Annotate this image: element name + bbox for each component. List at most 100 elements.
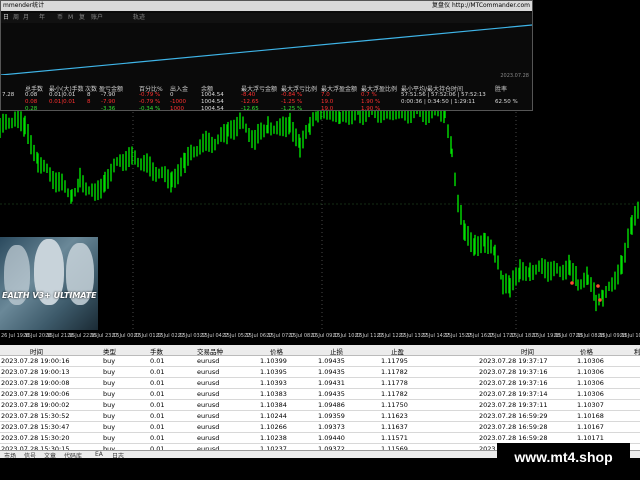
table-row[interactable]: 2023.07.28 19:00:06 buy 0.01 eurusd 1.10383 1… <box>0 389 640 400</box>
col-close-price[interactable]: 价格 <box>580 346 593 356</box>
cell-close-price: 1.10306 <box>577 390 604 398</box>
trade-history-table[interactable]: 时间 类型 手数 交易品种 价格 止损 止盈 时间 价格 利 2023.07.2… <box>0 345 640 450</box>
cell-close-price: 1.10171 <box>577 434 604 442</box>
tab-year[interactable]: 年 <box>39 13 45 23</box>
r3-pct: -0.34 % <box>139 106 161 112</box>
r1-date: 7.28 <box>2 92 15 98</box>
cell-type: buy <box>103 412 116 420</box>
ad-text: EALTH V3+ ULTIMATE <box>2 291 97 300</box>
cell-type: buy <box>103 379 116 387</box>
cell-tp: 1.11571 <box>381 434 408 442</box>
table-header-row: 时间 类型 手数 交易品种 价格 止损 止盈 时间 价格 利 <box>0 345 640 356</box>
r1-lots: 0.08 <box>25 92 38 98</box>
overlay-date: 2023.07.28 <box>500 73 529 79</box>
col-price[interactable]: 价格 <box>270 346 283 356</box>
cell-tp: 1.11782 <box>381 390 408 398</box>
cell-close-time: 2023.07.28 16:59:29 <box>479 412 548 420</box>
cell-close-price: 1.10307 <box>577 401 604 409</box>
cell-open-time: 2023.07.28 19:00:08 <box>1 379 70 387</box>
ea-ad-image: EALTH V3+ ULTIMATE <box>0 237 98 330</box>
tab-review[interactable]: 复 <box>79 13 85 23</box>
cell-close-time: 2023.07.28 19:37:14 <box>479 390 548 398</box>
cell-type: buy <box>103 401 116 409</box>
r1-maxprofit: 7.0 <box>321 92 330 98</box>
cell-tp: 1.11637 <box>381 423 408 431</box>
cell-symbol: eurusd <box>197 401 220 409</box>
cell-close-time: 2023.07.28 16:59:28 <box>479 423 548 431</box>
cell-lots: 0.01 <box>150 423 165 431</box>
cell-close-time: 2023.07.28 19:37:11 <box>479 401 548 409</box>
col-profit[interactable]: 利 <box>634 346 640 356</box>
cell-close-price: 1.10167 <box>577 423 604 431</box>
watermark: www.mt4.shop <box>497 443 630 472</box>
cell-lots: 0.01 <box>150 357 165 365</box>
tab-track[interactable]: 轨迹 <box>133 13 145 23</box>
table-row[interactable]: 2023.07.28 15:30:47 buy 0.01 eurusd 1.10266 1… <box>0 422 640 433</box>
r2-time: 0:00:36 | 0:34:50 | 1:29:11 <box>401 99 476 105</box>
cell-close-time: 2023.07.28 19:37:16 <box>479 379 548 387</box>
col-close-time[interactable]: 时间 <box>521 346 534 356</box>
cell-lots: 0.01 <box>150 434 165 442</box>
cell-tp: 1.11795 <box>381 357 408 365</box>
cell-open-time: 2023.07.28 19:00:02 <box>1 401 70 409</box>
tab-ea[interactable]: EA <box>95 451 103 458</box>
r3-maxprofit: 19.0 <box>321 106 334 112</box>
table-row[interactable]: 2023.07.28 19:00:02 buy 0.01 eurusd 1.10384 1… <box>0 400 640 411</box>
table-row[interactable]: 2023.07.28 15:30:52 buy 0.01 eurusd 1.10244 1… <box>0 411 640 422</box>
cell-symbol: eurusd <box>197 368 220 376</box>
hdr-winrate: 胜率 <box>495 86 508 93</box>
table-row[interactable]: 2023.07.28 19:00:16 buy 0.01 eurusd 1.10399 1… <box>0 356 640 367</box>
col-tp[interactable]: 止盈 <box>391 346 404 356</box>
tab-day[interactable]: 日 <box>3 13 9 23</box>
cell-open-time: 2023.07.28 19:00:13 <box>1 368 70 376</box>
cell-price: 1.10399 <box>260 357 287 365</box>
time-axis: 26 Jul 19:15 26 Jul 20:15 26 Jul 21:15 26 J… <box>0 330 640 345</box>
cell-lots: 0.01 <box>150 412 165 420</box>
r3-pl: -3.36 <box>101 106 116 112</box>
tab-week[interactable]: 周 <box>13 13 19 23</box>
r1-io: 0 <box>170 92 174 98</box>
cell-sl: 1.09486 <box>318 401 345 409</box>
cell-type: buy <box>103 434 116 442</box>
overlay-title: mmender统计 <box>3 2 45 9</box>
r1-minmax: 0.01|0.01 <box>49 92 76 98</box>
tab-m[interactable]: M <box>68 13 73 23</box>
cell-close-price: 1.10306 <box>577 379 604 387</box>
equity-graph <box>1 24 532 75</box>
col-open-time[interactable]: 时间 <box>30 346 43 356</box>
stats-overlay-window[interactable]: mmender统计 复盘仪 http://MTCommander.com 日 周… <box>0 0 533 112</box>
table-row[interactable]: 2023.07.28 19:00:08 buy 0.01 eurusd 1.10393 1… <box>0 378 640 389</box>
trade-marker <box>598 298 602 302</box>
tab-account[interactable]: 账户 <box>91 13 103 23</box>
cell-price: 1.10266 <box>260 423 287 431</box>
cell-symbol: eurusd <box>197 357 220 365</box>
cell-sl: 1.09359 <box>318 412 345 420</box>
cell-symbol: eurusd <box>197 379 220 387</box>
cell-lots: 0.01 <box>150 401 165 409</box>
overlay-site-link[interactable]: 复盘仪 http://MTCommander.com <box>432 1 530 11</box>
tab-currency[interactable]: 币 <box>57 13 63 23</box>
r2-count: 8 <box>87 99 91 105</box>
cell-sl: 1.09435 <box>318 357 345 365</box>
r1-pct: -0.79 % <box>139 92 161 98</box>
col-lots[interactable]: 手数 <box>150 346 163 356</box>
cell-price: 1.10244 <box>260 412 287 420</box>
r2-maxloss: -12.65 <box>241 99 259 105</box>
col-sl[interactable]: 止损 <box>330 346 343 356</box>
table-row[interactable]: 2023.07.28 19:00:13 buy 0.01 eurusd 1.10395 1… <box>0 367 640 378</box>
col-symbol[interactable]: 交易品种 <box>197 346 223 356</box>
r2-winrate: 62.50 % <box>495 99 518 105</box>
r3-balance: 1004.54 <box>201 106 224 112</box>
col-type[interactable]: 类型 <box>103 346 116 356</box>
r2-minmax: 0.01|0.01 <box>49 99 76 105</box>
cell-type: buy <box>103 368 116 376</box>
r1-maxloss: -8.40 <box>241 92 256 98</box>
cell-price: 1.10384 <box>260 401 287 409</box>
r3-lots: 0.28 <box>25 106 38 112</box>
tab-month[interactable]: 月 <box>23 13 29 23</box>
cell-price: 1.10238 <box>260 434 287 442</box>
cell-tp: 1.11623 <box>381 412 408 420</box>
cell-symbol: eurusd <box>197 390 220 398</box>
overlay-titlebar[interactable]: mmender统计 复盘仪 http://MTCommander.com <box>1 1 532 11</box>
trade-marker <box>596 284 600 288</box>
